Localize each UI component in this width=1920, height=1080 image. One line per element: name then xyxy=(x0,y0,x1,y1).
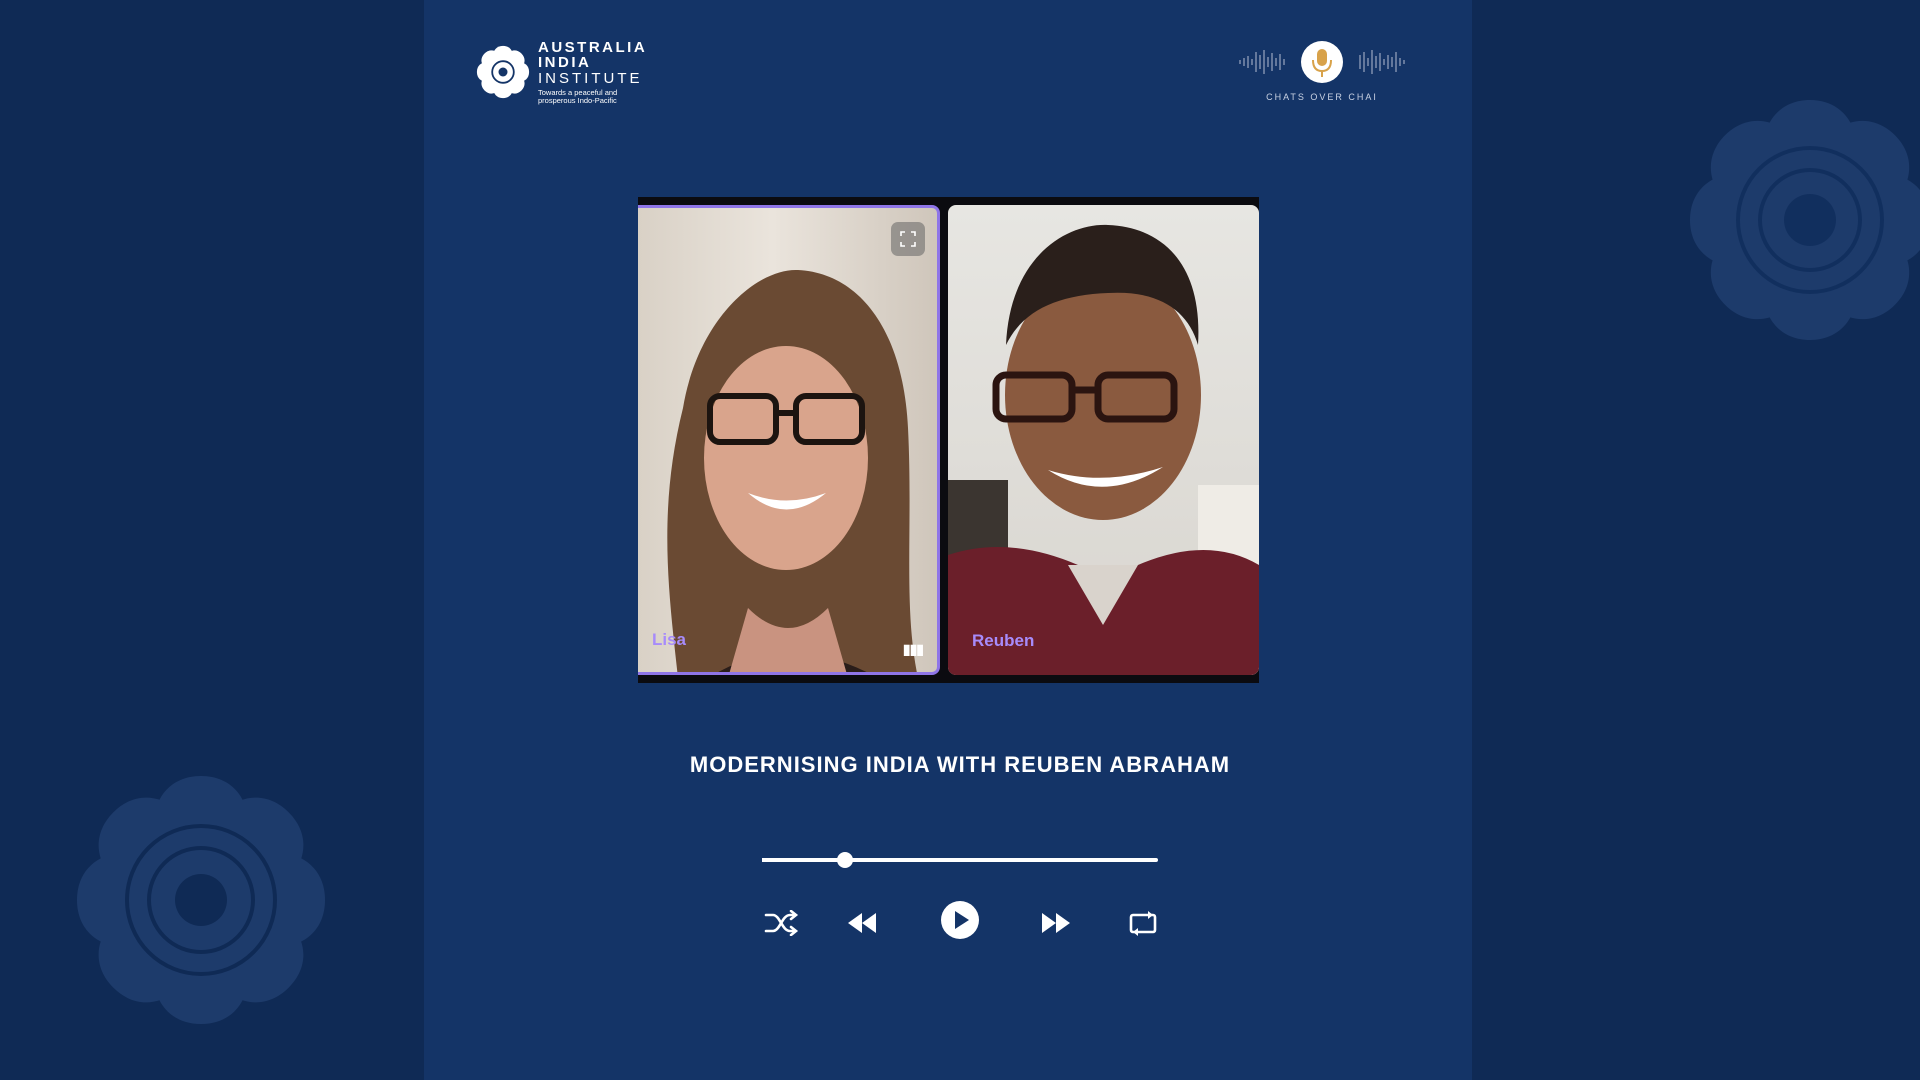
video-call-frame: Lisa ▮▮▮ Reuben xyxy=(638,197,1259,683)
progress-bar[interactable] xyxy=(762,852,1158,868)
logo-line-1: AUSTRALIA xyxy=(538,39,648,56)
decorative-flower-icon xyxy=(1690,100,1920,340)
expand-icon xyxy=(900,231,916,247)
rewind-button[interactable] xyxy=(846,910,878,936)
logo-line-3: INSTITUTE xyxy=(538,70,643,87)
podcast-badge: CHATS OVER CHAI xyxy=(1236,40,1408,102)
repeat-icon xyxy=(1129,911,1157,936)
playback-controls xyxy=(764,898,1160,948)
rewind-icon xyxy=(848,913,876,933)
progress-thumb[interactable] xyxy=(837,852,854,868)
play-icon xyxy=(941,901,979,939)
lotus-emblem-icon xyxy=(476,46,530,99)
fast-forward-icon xyxy=(1042,913,1070,933)
play-button[interactable] xyxy=(940,900,980,940)
microphone-icon xyxy=(1239,41,1405,83)
logo-tagline: Towards a peaceful and prosperous Indo-P… xyxy=(538,88,618,105)
participant-video-lisa xyxy=(667,269,917,672)
progress-fill xyxy=(762,858,846,862)
participant-tile-reuben[interactable]: Reuben xyxy=(948,205,1259,675)
institute-logo: AUSTRALIA INDIA INSTITUTE Towards a peac… xyxy=(476,40,647,105)
more-options-icon[interactable]: ▮▮▮ xyxy=(903,641,924,658)
logo-wordmark: AUSTRALIA INDIA INSTITUTE Towards a peac… xyxy=(538,40,647,105)
participant-name-lisa: Lisa xyxy=(652,630,687,649)
fast-forward-button[interactable] xyxy=(1040,910,1072,936)
fullscreen-button[interactable] xyxy=(891,222,925,256)
logo-line-2: INDIA xyxy=(538,54,592,71)
participant-video-reuben xyxy=(948,224,1259,675)
podcast-name: CHATS OVER CHAI xyxy=(1266,92,1378,102)
decorative-flower-icon xyxy=(77,776,325,1024)
participant-tile-lisa[interactable]: Lisa ▮▮▮ xyxy=(638,205,940,675)
shuffle-button[interactable] xyxy=(764,908,800,938)
repeat-button[interactable] xyxy=(1128,908,1158,938)
participant-name-reuben: Reuben xyxy=(972,631,1035,650)
episode-title: MODERNISING INDIA WITH REUBEN ABRAHAM xyxy=(689,752,1231,777)
shuffle-icon xyxy=(764,910,799,936)
